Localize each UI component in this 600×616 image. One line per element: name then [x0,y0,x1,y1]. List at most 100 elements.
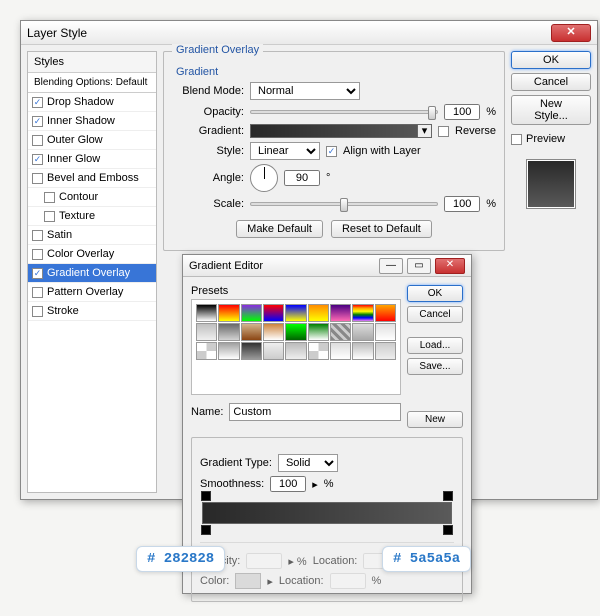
style-item-contour[interactable]: Contour [28,188,156,207]
ge-titlebar[interactable]: Gradient Editor — ▭ ✕ [183,255,471,277]
callout-left: # 282828 [136,546,225,572]
scale-input[interactable] [444,196,480,212]
close-icon[interactable]: ✕ [551,24,591,42]
color-swatch [235,573,261,589]
preset-swatch[interactable] [330,304,351,322]
preset-swatch[interactable] [241,342,262,360]
style-select[interactable]: Linear [250,142,320,160]
style-item-pattern-overlay[interactable]: Pattern Overlay [28,283,156,302]
chevron-down-icon[interactable]: ▸ [312,478,318,491]
pct-label2: % [486,198,496,210]
style-item-label: Drop Shadow [47,96,114,108]
preset-swatch[interactable] [330,342,351,360]
opacity-stop-right[interactable] [443,491,453,501]
style-checkbox[interactable] [32,268,43,279]
angle-dial[interactable] [250,164,278,192]
style-item-inner-glow[interactable]: Inner Glow [28,150,156,169]
opacity-slider[interactable] [250,110,438,114]
preset-swatch[interactable] [375,342,396,360]
opacity-input[interactable] [444,104,480,120]
preset-swatch[interactable] [218,323,239,341]
ge-close-icon[interactable]: ✕ [435,258,465,274]
preset-swatch[interactable] [308,323,329,341]
preset-swatch[interactable] [196,323,217,341]
style-checkbox[interactable] [32,154,43,165]
preset-swatch[interactable] [241,304,262,322]
preset-swatch[interactable] [218,342,239,360]
style-checkbox[interactable] [44,192,55,203]
color-stop-right[interactable] [443,525,453,535]
opacity-stop-left[interactable] [201,491,211,501]
color-stop-label: Color: [200,575,229,587]
preset-swatch[interactable] [196,304,217,322]
grad-type-select[interactable]: Solid [278,454,338,472]
gradient-editor-dialog: Gradient Editor — ▭ ✕ Presets Name: OK C… [182,254,472,594]
preset-swatch[interactable] [352,304,373,322]
style-item-texture[interactable]: Texture [28,207,156,226]
align-checkbox[interactable] [326,146,337,157]
preset-swatch[interactable] [375,323,396,341]
ge-cancel-button[interactable]: Cancel [407,306,463,323]
ok-button[interactable]: OK [511,51,591,69]
style-item-satin[interactable]: Satin [28,226,156,245]
preset-swatch[interactable] [263,304,284,322]
angle-input[interactable] [284,170,320,186]
style-item-outer-glow[interactable]: Outer Glow [28,131,156,150]
preset-swatch[interactable] [375,304,396,322]
scale-slider[interactable] [250,202,438,206]
reverse-label: Reverse [455,125,496,137]
style-checkbox[interactable] [32,173,43,184]
style-checkbox[interactable] [32,306,43,317]
blending-options[interactable]: Blending Options: Default [28,73,156,93]
style-item-color-overlay[interactable]: Color Overlay [28,245,156,264]
chevron-down-icon[interactable]: ▾ [417,125,431,137]
color-stop-left[interactable] [201,525,211,535]
load-button[interactable]: Load... [407,337,463,354]
preset-swatch[interactable] [285,323,306,341]
preset-swatch[interactable] [196,342,217,360]
style-item-label: Contour [59,191,98,203]
minimize-icon[interactable]: — [379,258,403,274]
preset-swatch[interactable] [263,342,284,360]
style-item-drop-shadow[interactable]: Drop Shadow [28,93,156,112]
style-item-stroke[interactable]: Stroke [28,302,156,321]
style-checkbox[interactable] [32,230,43,241]
gradient-track[interactable] [202,502,452,524]
name-input[interactable] [229,403,401,421]
reset-default-button[interactable]: Reset to Default [331,220,432,238]
preset-swatch[interactable] [241,323,262,341]
preset-swatch[interactable] [330,323,351,341]
ge-ok-button[interactable]: OK [407,285,463,302]
style-item-bevel-and-emboss[interactable]: Bevel and Emboss [28,169,156,188]
preset-swatch[interactable] [285,304,306,322]
preset-swatch[interactable] [285,342,306,360]
style-checkbox[interactable] [32,116,43,127]
new-button[interactable]: New [407,411,463,428]
preset-swatch[interactable] [218,304,239,322]
reverse-checkbox[interactable] [438,126,449,137]
style-checkbox[interactable] [32,135,43,146]
blend-mode-select[interactable]: Normal [250,82,360,100]
style-item-label: Pattern Overlay [47,286,123,298]
preset-swatch[interactable] [308,304,329,322]
style-item-inner-shadow[interactable]: Inner Shadow [28,112,156,131]
preset-swatch[interactable] [352,323,373,341]
style-checkbox[interactable] [44,211,55,222]
preview-checkbox[interactable] [511,134,522,145]
maximize-icon[interactable]: ▭ [407,258,431,274]
titlebar[interactable]: Layer Style ✕ [21,21,597,45]
style-checkbox[interactable] [32,249,43,260]
style-item-label: Color Overlay [47,248,114,260]
cancel-button[interactable]: Cancel [511,73,591,91]
preset-swatch[interactable] [308,342,329,360]
preset-swatch[interactable] [263,323,284,341]
gradient-picker[interactable]: ▾ [250,124,432,138]
save-button[interactable]: Save... [407,358,463,375]
smoothness-input[interactable] [270,476,306,492]
preset-swatch[interactable] [352,342,373,360]
new-style-button[interactable]: New Style... [511,95,591,125]
style-item-gradient-overlay[interactable]: Gradient Overlay [28,264,156,283]
make-default-button[interactable]: Make Default [236,220,323,238]
style-checkbox[interactable] [32,287,43,298]
style-checkbox[interactable] [32,97,43,108]
